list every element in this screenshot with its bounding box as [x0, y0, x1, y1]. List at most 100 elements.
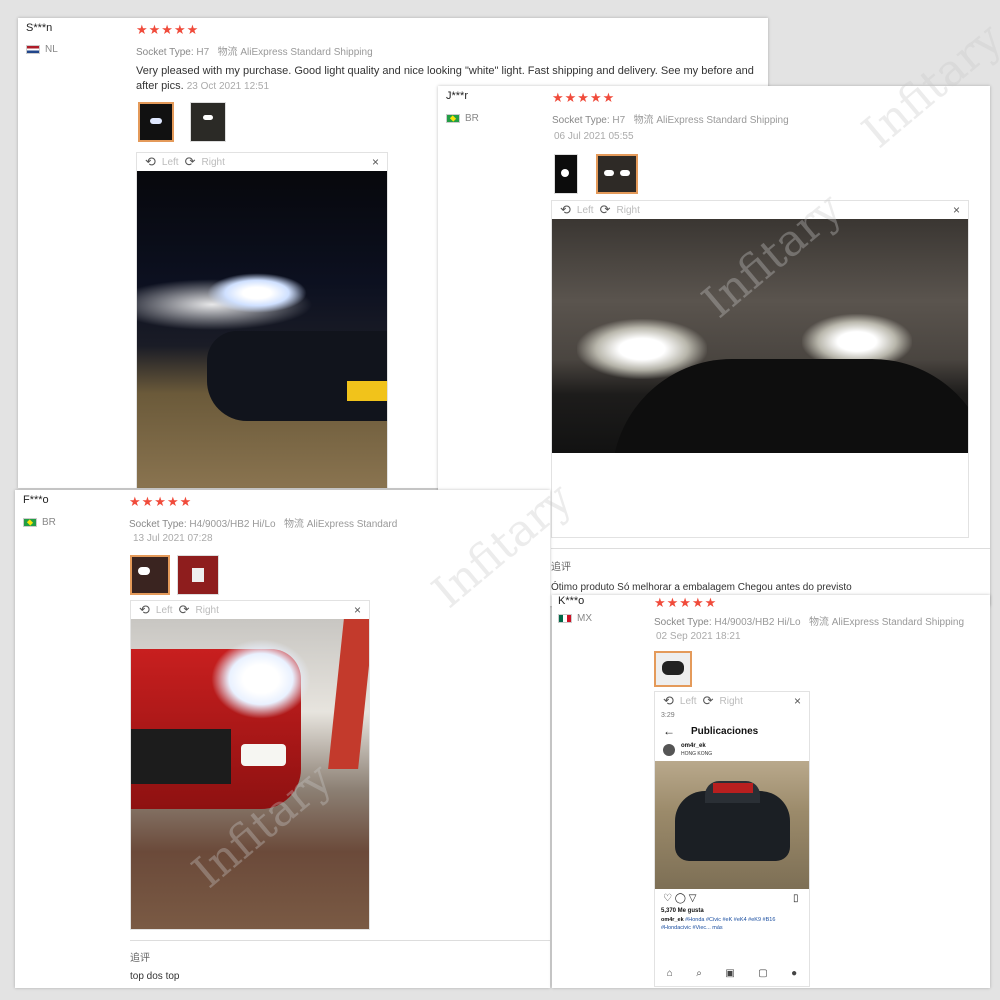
rotate-right-icon[interactable]: ⟳: [600, 202, 611, 218]
rotate-right-icon[interactable]: ⟳: [185, 154, 196, 170]
shipping-prefix: 物流: [217, 47, 238, 58]
shipping-prefix: 物流: [283, 519, 304, 530]
door-frame: [328, 619, 369, 769]
search-icon[interactable]: ⌕: [696, 968, 702, 979]
review-photo: [137, 171, 387, 488]
shipping-prefix: 物流: [633, 115, 654, 126]
shipping-prefix: 物流: [808, 617, 829, 628]
socket-value: H4/9003/HB2 Hi/Lo: [189, 519, 276, 530]
post-image: [655, 761, 809, 889]
home-icon[interactable]: ⌂: [667, 968, 673, 979]
rating-stars: ★★★★★: [136, 22, 200, 37]
followup-text: top dos top: [130, 971, 180, 982]
review-photo: [552, 219, 968, 453]
socket-label: Socket Type:: [129, 519, 187, 530]
rotate-right-label[interactable]: Right: [720, 696, 743, 707]
review-card-3: F***o BR ★★★★★ Socket Type: H4/9003/HB2 …: [15, 490, 550, 988]
country-code: BR: [42, 517, 56, 528]
rotate-left-label[interactable]: Left: [680, 696, 697, 707]
grille: [131, 729, 231, 784]
country-code: BR: [465, 113, 479, 124]
viewer-toolbar: ⟲ Left ⟳ Right ×: [137, 153, 387, 171]
divider: [130, 940, 550, 941]
review-meta: Socket Type: H4/9003/HB2 Hi/Lo 物流 AliExp…: [654, 613, 964, 628]
photo-thumbnail[interactable]: [554, 154, 578, 194]
rotate-left-icon[interactable]: ⟲: [139, 602, 150, 618]
reviewer-name: J***r: [446, 90, 469, 102]
shipping-method: AliExpress Standard Shipping: [831, 617, 965, 628]
caption-user: om4r_ek: [661, 917, 684, 923]
rotate-left-icon[interactable]: ⟲: [145, 154, 156, 170]
close-icon[interactable]: ×: [953, 203, 960, 217]
rotate-right-label[interactable]: Right: [202, 157, 225, 168]
review-meta: Socket Type: H7 物流 AliExpress Standard S…: [552, 111, 789, 126]
viewer-toolbar: ⟲ Left ⟳ Right ×: [552, 201, 968, 219]
phone-screenshot: 3:29 ← Publicaciones om4r_ek HONG KONG ♡…: [655, 710, 809, 986]
photo-thumbnail[interactable]: [130, 555, 170, 595]
reviewer-country: NL: [26, 44, 58, 55]
review-date: 23 Oct 2021 12:51: [186, 81, 270, 92]
close-icon[interactable]: ×: [354, 603, 361, 617]
photo-thumbnail[interactable]: [138, 102, 174, 142]
rating-stars: ★★★★★: [129, 494, 193, 509]
rotate-left-label[interactable]: Left: [577, 205, 594, 216]
fog-light: [241, 744, 286, 766]
headlight-glow: [207, 273, 307, 313]
socket-value: H4/9003/HB2 Hi/Lo: [714, 617, 801, 628]
rotate-right-icon[interactable]: ⟳: [703, 693, 714, 709]
headlight-glow: [211, 639, 311, 719]
photo-viewer: ⟲ Left ⟳ Right × 3:29 ← Publicaciones om…: [654, 691, 810, 987]
photo-viewer: ⟲ Left ⟳ Right ×: [136, 152, 388, 488]
rating-stars: ★★★★★: [552, 90, 616, 105]
reviewer-name: F***o: [23, 494, 49, 506]
socket-value: H7: [196, 47, 210, 58]
socket-label: Socket Type:: [552, 115, 610, 126]
reviewer-country: BR: [23, 517, 56, 528]
reels-icon[interactable]: ▣: [725, 968, 734, 979]
rotate-right-label[interactable]: Right: [617, 205, 640, 216]
review-photo: [131, 619, 369, 929]
post-icons[interactable]: ♡ ◯ ▽: [663, 893, 696, 904]
avatar: [663, 744, 675, 756]
rotate-left-icon[interactable]: ⟲: [560, 202, 571, 218]
photo-thumbnail[interactable]: [596, 154, 638, 194]
review-meta: Socket Type: H4/9003/HB2 Hi/Lo 物流 AliExp…: [129, 515, 397, 530]
reviewer-name: K***o: [558, 595, 585, 607]
photo-thumbnail[interactable]: [654, 651, 692, 687]
viewer-toolbar: ⟲ Left ⟳ Right ×: [655, 692, 809, 710]
nl-flag-icon: [26, 45, 40, 54]
account-name: om4r_ek: [681, 743, 706, 749]
close-icon[interactable]: ×: [794, 694, 801, 708]
br-flag-icon: [446, 114, 460, 123]
followup-label: 追评: [130, 953, 150, 964]
photo-thumbnail[interactable]: [177, 555, 219, 595]
phone-title: Publicaciones: [691, 726, 759, 737]
reviewer-name: S***n: [26, 22, 53, 34]
rotate-left-label[interactable]: Left: [162, 157, 179, 168]
shipping-method: AliExpress Standard: [306, 519, 398, 530]
back-arrow-icon[interactable]: ←: [663, 724, 675, 738]
rotate-right-label[interactable]: Right: [196, 605, 219, 616]
bookmark-icon[interactable]: ▯: [793, 893, 799, 904]
country-code: MX: [577, 613, 592, 624]
plate: [347, 381, 387, 401]
rotate-right-icon[interactable]: ⟳: [179, 602, 190, 618]
shop-icon[interactable]: ▢: [758, 968, 767, 979]
likes-count: 5,370 Me gusta: [661, 908, 704, 914]
profile-icon[interactable]: ●: [791, 968, 797, 979]
rotate-left-label[interactable]: Left: [156, 605, 173, 616]
close-icon[interactable]: ×: [372, 155, 379, 169]
followup-label: 追评: [551, 562, 571, 573]
post-caption: om4r_ek #Honda #Civic #eK #eK4 #eK9 #B16…: [661, 916, 803, 932]
socket-label: Socket Type:: [136, 47, 194, 58]
review-date: 02 Sep 2021 18:21: [656, 631, 741, 642]
account-location: HONG KONG: [681, 751, 713, 757]
photo-thumbnail[interactable]: [190, 102, 226, 142]
photo-viewer: ⟲ Left ⟳ Right ×: [551, 200, 969, 538]
rotate-left-icon[interactable]: ⟲: [663, 693, 674, 709]
review-meta: Socket Type: H7 物流 AliExpress Standard S…: [136, 43, 373, 58]
car-bumper: [207, 331, 387, 421]
divider: [551, 548, 990, 549]
bottom-nav: ⌂ ⌕ ▣ ▢ ●: [655, 968, 809, 979]
viewer-toolbar: ⟲ Left ⟳ Right ×: [131, 601, 369, 619]
